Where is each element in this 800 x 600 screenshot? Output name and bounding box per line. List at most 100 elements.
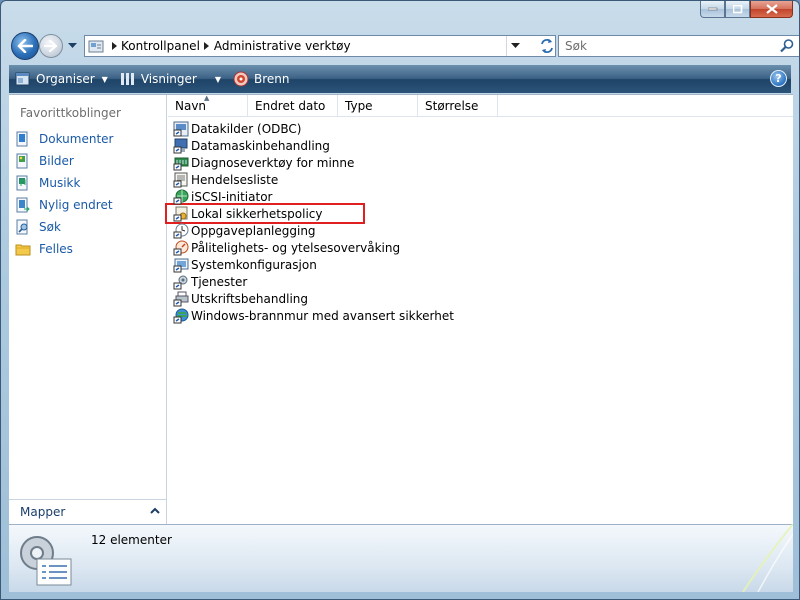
column-header-name[interactable]: ▲ Navn (168, 94, 248, 117)
file-item-memory-diagnostic[interactable]: Diagnoseverktøy for minne (173, 154, 454, 171)
file-name: Systemkonfigurasjon (191, 257, 317, 272)
refresh-icon (541, 39, 553, 53)
maximize-icon (732, 4, 742, 13)
back-button[interactable] (11, 32, 39, 60)
file-name: Oppgaveplanlegging (191, 223, 316, 238)
chevron-down-icon: ▼ (214, 74, 221, 84)
file-name: Utskriftsbehandling (191, 291, 308, 306)
organize-menu-button[interactable]: Organiser ▼ (9, 66, 114, 92)
sidebar-item-documents[interactable]: Dokumenter (13, 128, 163, 150)
file-list: Datakilder (ODBC) Datamaskinbehandling D… (165, 120, 454, 324)
sidebar-item-pictures[interactable]: Bilder (13, 150, 163, 172)
caption-buttons (700, 1, 793, 18)
reliability-monitor-shortcut-icon (173, 240, 189, 255)
firewall-shortcut-icon (173, 308, 189, 323)
file-name: Pålitelighets- og ytelsesovervåking (191, 240, 401, 255)
details-pane: 12 elementer (9, 524, 793, 592)
file-name: Datamaskinbehandling (191, 138, 330, 153)
column-label: Endret dato (255, 99, 326, 113)
breadcrumb-label: Kontrollpanel (121, 39, 200, 53)
minimize-icon (707, 7, 717, 11)
administrative-tools-icon (20, 536, 72, 586)
file-name: Datakilder (ODBC) (191, 121, 302, 136)
sidebar-item-searches[interactable]: Søk (13, 216, 163, 238)
security-policy-shortcut-icon (173, 206, 188, 221)
close-icon (765, 4, 778, 14)
column-label: Størrelse (425, 99, 479, 113)
close-button[interactable] (750, 1, 793, 18)
chevron-down-icon (511, 43, 520, 48)
file-item-computer-management[interactable]: Datamaskinbehandling (173, 137, 454, 154)
sidebar-item-music[interactable]: Musikk (13, 172, 163, 194)
documents-icon (15, 131, 31, 147)
burn-label: Brenn (253, 72, 290, 86)
searches-icon (15, 219, 31, 235)
control-panel-icon (85, 36, 107, 56)
search-box[interactable] (558, 35, 799, 57)
file-item-event-viewer[interactable]: Hendelsesliste (173, 171, 454, 188)
command-bar: Organiser ▼ Visninger ▼ Brenn ? (9, 65, 791, 93)
services-shortcut-icon (173, 275, 188, 289)
burn-button[interactable]: Brenn (227, 66, 296, 92)
column-header-size[interactable]: Størrelse (418, 95, 498, 117)
file-list-pane: ▲ Navn Endret dato Type Størrelse Dataki… (165, 94, 793, 524)
decorative-swoosh (742, 524, 793, 592)
views-label: Visninger (140, 72, 197, 86)
file-name: Windows-brannmur med avansert sikkerhet (191, 308, 454, 323)
system-configuration-shortcut-icon (173, 258, 189, 272)
chevron-down-icon (67, 43, 77, 48)
folders-toggle[interactable]: Mapper (9, 499, 166, 524)
column-header-date-modified[interactable]: Endret dato (248, 95, 338, 117)
file-item-system-configuration[interactable]: Systemkonfigurasjon (173, 256, 454, 273)
sidebar-item-label: Dokumenter (39, 132, 114, 146)
navigation-bar: Kontrollpanel Administrative verktøy (9, 30, 799, 62)
sidebar-item-recently-changed[interactable]: Nylig endret (13, 194, 163, 216)
navigation-pane: Favorittkoblinger Dokumenter Bilder Musi… (9, 95, 167, 524)
iscsi-shortcut-icon (173, 189, 189, 204)
file-name: Lokal sikkerhetspolicy (191, 206, 323, 221)
sidebar-item-label: Musikk (39, 176, 81, 190)
file-item-print-management[interactable]: Utskriftsbehandling (173, 290, 454, 307)
breadcrumb-separator[interactable] (107, 42, 121, 50)
breadcrumb-label: Administrative verktøy (213, 39, 351, 53)
recent-pages-dropdown[interactable] (66, 40, 78, 52)
column-label: Type (345, 99, 373, 113)
computer-management-shortcut-icon (173, 138, 188, 153)
sidebar-item-label: Bilder (39, 154, 74, 168)
address-bar[interactable]: Kontrollpanel Administrative verktøy (84, 35, 556, 57)
views-menu-button[interactable]: Visninger ▼ (114, 66, 227, 92)
breadcrumb-admin-tools[interactable]: Administrative verktøy (214, 39, 351, 53)
music-icon (15, 175, 31, 191)
print-management-shortcut-icon (173, 291, 189, 306)
sidebar-item-label: Nylig endret (39, 198, 113, 212)
file-item-task-scheduler[interactable]: Oppgaveplanlegging (173, 222, 454, 239)
organize-label: Organiser (36, 72, 95, 86)
column-label: Navn (175, 99, 207, 113)
forward-button[interactable] (39, 34, 63, 58)
public-folder-icon (15, 241, 31, 257)
column-header-type[interactable]: Type (338, 95, 418, 117)
file-item-services[interactable]: Tjenester (173, 273, 454, 290)
chevron-down-icon: ▼ (101, 74, 108, 84)
file-item-local-security-policy[interactable]: Lokal sikkerhetspolicy (165, 203, 365, 224)
minimize-button[interactable] (700, 1, 725, 18)
views-icon (120, 73, 134, 85)
search-input[interactable] (559, 37, 769, 55)
maximize-button[interactable] (725, 1, 750, 18)
sidebar-item-label: Søk (39, 220, 61, 234)
file-item-reliability-monitor[interactable]: Pålitelighets- og ytelsesovervåking (173, 239, 454, 256)
folders-label: Mapper (20, 505, 66, 519)
help-button[interactable]: ? (770, 70, 787, 87)
breadcrumb-control-panel[interactable]: Kontrollpanel (121, 39, 200, 53)
memory-diagnostic-shortcut-icon (173, 157, 189, 170)
address-dropdown-button[interactable] (506, 36, 524, 56)
sort-ascending-icon: ▲ (204, 94, 210, 102)
sidebar-item-label: Felles (39, 242, 73, 256)
sidebar-item-public[interactable]: Felles (13, 238, 163, 260)
search-icon[interactable] (779, 38, 795, 54)
file-item-windows-firewall[interactable]: Windows-brannmur med avansert sikkerhet (173, 307, 454, 324)
breadcrumb-separator[interactable] (200, 42, 214, 50)
file-name: Hendelsesliste (191, 172, 279, 187)
file-item-iscsi-initiator[interactable]: iSCSI-initiator (173, 188, 454, 205)
file-item-odbc[interactable]: Datakilder (ODBC) (173, 120, 454, 137)
